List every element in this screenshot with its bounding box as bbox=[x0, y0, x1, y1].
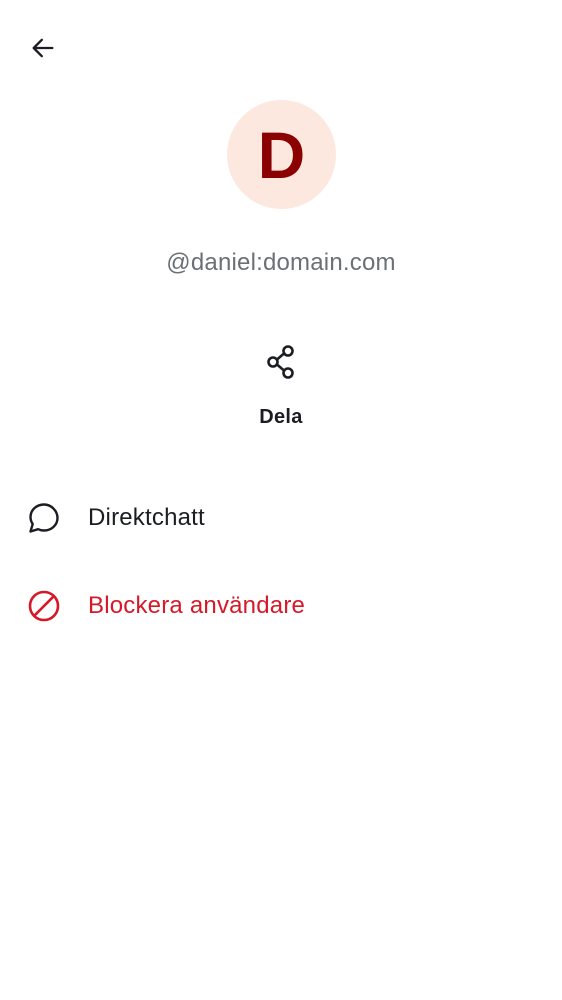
block-user-label: Blockera användare bbox=[88, 592, 306, 619]
direct-chat-item[interactable]: Direktchatt bbox=[0, 482, 562, 554]
user-id: @daniel:domain.com bbox=[166, 249, 396, 276]
back-button[interactable] bbox=[22, 29, 64, 71]
direct-chat-label: Direktchatt bbox=[88, 504, 205, 531]
arrow-left-icon bbox=[29, 34, 57, 67]
avatar: D bbox=[227, 100, 336, 209]
share-icon bbox=[265, 344, 297, 380]
block-user-item[interactable]: Blockera användare bbox=[0, 570, 562, 642]
user-profile-screen: D @daniel:domain.com Dela Direktchatt Bl… bbox=[0, 0, 562, 1000]
block-icon bbox=[26, 588, 62, 624]
chat-bubble-icon bbox=[26, 500, 62, 536]
share-button[interactable]: Dela bbox=[231, 336, 331, 440]
share-label: Dela bbox=[259, 406, 303, 428]
avatar-initial: D bbox=[257, 117, 306, 192]
